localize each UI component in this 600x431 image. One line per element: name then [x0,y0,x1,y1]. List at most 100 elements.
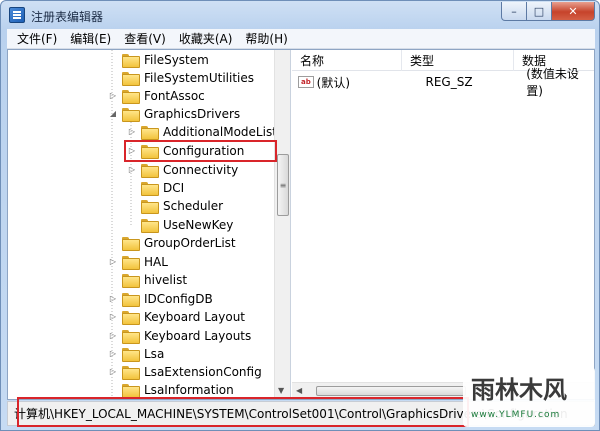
tree-item-label: hivelist [144,273,188,287]
tree-item-label: Connectivity [163,163,239,177]
folder-icon [141,200,159,214]
tree-item-filesystem[interactable]: FileSystem [108,51,209,69]
tree-expander[interactable] [108,55,118,65]
folder-icon [122,90,140,104]
tree-expander[interactable] [127,183,137,193]
tree-item-label: Scheduler [163,199,224,213]
minimize-button[interactable]: – [501,2,527,21]
tree-item-label: FontAssoc [144,89,205,103]
tree-item-label: HAL [144,255,168,269]
tree-expander[interactable]: ▷ [108,349,118,359]
tree-item-label: Keyboard Layout [144,310,246,324]
tree-item-lsainformation[interactable]: LsaInformation [108,381,234,399]
tree-item-idconfigdb[interactable]: ▷ IDConfigDB [108,290,213,308]
folder-icon [141,182,159,196]
tree-item-label: IDConfigDB [144,292,213,306]
tree-item-lsa[interactable]: ▷ Lsa [108,345,164,363]
tree-item-dci[interactable]: DCI [127,179,184,197]
folder-icon [122,311,140,325]
folder-icon [141,126,159,140]
folder-icon [122,237,140,251]
value-row-default[interactable]: ab (默认) REG_SZ (数值未设置) [292,67,594,98]
folder-icon [122,366,140,380]
close-button[interactable]: ✕ [552,2,595,21]
tree-expander[interactable]: ▷ [108,294,118,304]
tree-item-graphicsdrivers[interactable]: ◢ GraphicsDrivers [108,105,240,123]
tree-expander[interactable] [108,275,118,285]
tree-item-usenewkey[interactable]: UseNewKey [127,216,233,234]
tree-item-hivelist[interactable]: hivelist [108,271,187,289]
tree-item-label: UseNewKey [163,218,234,232]
menu-file[interactable]: 文件(F) [17,30,57,47]
tree-item-label: GroupOrderList [144,236,236,250]
tree-expander[interactable]: ▷ [127,127,137,137]
registry-editor-window: 注册表编辑器 – □ ✕ 文件(F) 编辑(E) 查看(V) 收藏夹(A) 帮助… [0,0,600,431]
tree-item-keyboard-layout[interactable]: ▷ Keyboard Layout [108,308,245,326]
watermark-url: www.YLMFU.com [471,410,561,420]
watermark-title: 雨林木风 [471,376,567,404]
scrollbar-thumb[interactable]: ≡ [277,154,289,216]
maximize-button[interactable]: □ [527,2,552,21]
tree-item-additionalmodelists[interactable]: ▷ AdditionalModeLists [127,123,283,141]
tree-expander[interactable]: ▷ [127,165,137,175]
tree-expander[interactable]: ▷ [108,91,118,101]
menu-view[interactable]: 查看(V) [124,30,166,47]
folder-open-icon [122,108,140,122]
window-title: 注册表编辑器 [31,10,104,24]
tree-item-filesystemutilities[interactable]: FileSystemUtilities [108,69,254,87]
folder-icon [122,274,140,288]
tree-expander[interactable] [127,201,137,211]
tree-item-label: Lsa [144,347,165,361]
tree-item-hal[interactable]: ▷ HAL [108,253,168,271]
client-area: FileSystem FileSystemUtilities ▷ FontAss… [7,49,595,400]
tree-expander[interactable]: ▷ [108,331,118,341]
window-controls: – □ ✕ [501,2,595,21]
tree-item-grouporderlist[interactable]: GroupOrderList [108,234,236,252]
tree-expander[interactable]: ▷ [108,257,118,267]
tree-expander[interactable] [108,73,118,83]
menu-bar: 文件(F) 编辑(E) 查看(V) 收藏夹(A) 帮助(H) [7,29,595,49]
scroll-left-arrow-icon[interactable]: ◀ [296,386,302,395]
tree-item-label: Keyboard Layouts [144,329,252,343]
menu-help[interactable]: 帮助(H) [245,30,287,47]
values-list[interactable]: 名称 类型 数据 ab (默认) REG_SZ (数值未设置) ◀ [292,50,594,399]
folder-icon [122,330,140,344]
tree-item-label: GraphicsDrivers [144,107,241,121]
menu-favorites[interactable]: 收藏夹(A) [179,30,233,47]
value-type: REG_SZ [425,75,473,89]
tree-item-label: LsaInformation [144,383,234,397]
folder-icon [122,256,140,270]
value-data: (数值未设置) [526,67,579,98]
tree-item-scheduler[interactable]: Scheduler [127,197,223,215]
folder-icon [141,219,159,233]
tree-expander[interactable]: ▷ [108,312,118,322]
column-header-type[interactable]: 类型 [402,50,514,71]
tree-item-keyboard-layouts[interactable]: ▷ Keyboard Layouts [108,327,251,345]
folder-icon [141,164,159,178]
tree-expander[interactable]: ▷ [127,146,137,156]
folder-icon [141,145,159,159]
tree-item-label: Configuration [163,144,245,158]
registry-editor-icon [9,7,25,23]
tree-expander[interactable] [127,220,137,230]
tree-item-connectivity[interactable]: ▷ Connectivity [127,161,238,179]
registry-key-tree[interactable]: FileSystem FileSystemUtilities ▷ FontAss… [8,50,291,399]
title-bar[interactable]: 注册表编辑器 – □ ✕ [1,1,599,29]
tree-vertical-scrollbar[interactable]: ≡ ▼ [274,50,290,399]
tree-expander[interactable]: ◢ [108,109,118,119]
tree-item-label: LsaExtensionConfig [144,365,262,379]
column-header-name[interactable]: 名称 [292,50,402,71]
folder-icon [122,293,140,307]
scrollbar-thumb[interactable] [316,386,466,396]
menu-edit[interactable]: 编辑(E) [70,30,111,47]
tree-expander[interactable] [108,385,118,395]
tree-expander[interactable] [108,238,118,248]
tree-item-configuration[interactable]: ▷ Configuration [127,142,244,160]
tree-item-lsaextensionconfig[interactable]: ▷ LsaExtensionConfig [108,363,262,381]
tree-item-fontassoc[interactable]: ▷ FontAssoc [108,87,205,105]
folder-icon [122,384,140,398]
scroll-down-arrow-icon[interactable]: ▼ [278,386,284,395]
value-name: (默认) [316,75,351,90]
tree-expander[interactable]: ▷ [108,367,118,377]
folder-icon [122,54,140,68]
